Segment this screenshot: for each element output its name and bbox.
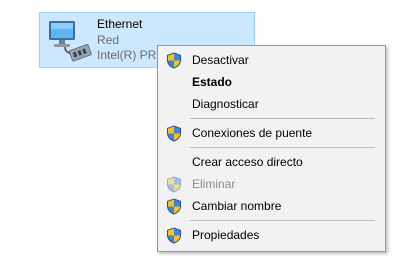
menu-label: Propiedades xyxy=(192,228,260,242)
menu-item-cambiar-nombre[interactable]: Cambiar nombre xyxy=(160,195,383,217)
menu-label: Eliminar xyxy=(192,177,236,191)
menu-separator xyxy=(190,147,375,148)
network-adapter-icon xyxy=(49,21,92,62)
uac-shield-icon xyxy=(167,125,181,142)
menu-item-conexiones-de-puente[interactable]: Conexiones de puente xyxy=(160,122,383,144)
menu-label: Diagnosticar xyxy=(192,97,259,111)
menu-label: Estado xyxy=(192,75,233,89)
menu-separator xyxy=(190,118,375,119)
menu-separator xyxy=(190,220,375,221)
menu-item-propiedades[interactable]: Propiedades xyxy=(160,224,383,246)
uac-shield-icon xyxy=(167,52,181,69)
menu-item-eliminar: Eliminar xyxy=(160,173,383,195)
menu-item-desactivar[interactable]: Desactivar xyxy=(160,49,383,71)
context-menu: Desactivar Estado Diagnosticar Conexione… xyxy=(157,45,386,252)
menu-label: Cambiar nombre xyxy=(192,199,282,213)
menu-item-diagnosticar[interactable]: Diagnosticar xyxy=(160,93,383,115)
menu-item-crear-acceso-directo[interactable]: Crear acceso directo xyxy=(160,151,383,173)
uac-shield-icon xyxy=(167,176,181,193)
menu-label: Desactivar xyxy=(192,53,249,67)
menu-item-estado[interactable]: Estado xyxy=(160,71,383,93)
adapter-status: Red xyxy=(97,32,120,47)
menu-label: Crear acceso directo xyxy=(192,155,303,169)
adapter-device: Intel(R) PRO xyxy=(97,48,166,62)
uac-shield-icon xyxy=(167,227,181,244)
adapter-name: Ethernet xyxy=(97,17,143,31)
menu-label: Conexiones de puente xyxy=(192,126,313,140)
uac-shield-icon xyxy=(167,198,181,215)
